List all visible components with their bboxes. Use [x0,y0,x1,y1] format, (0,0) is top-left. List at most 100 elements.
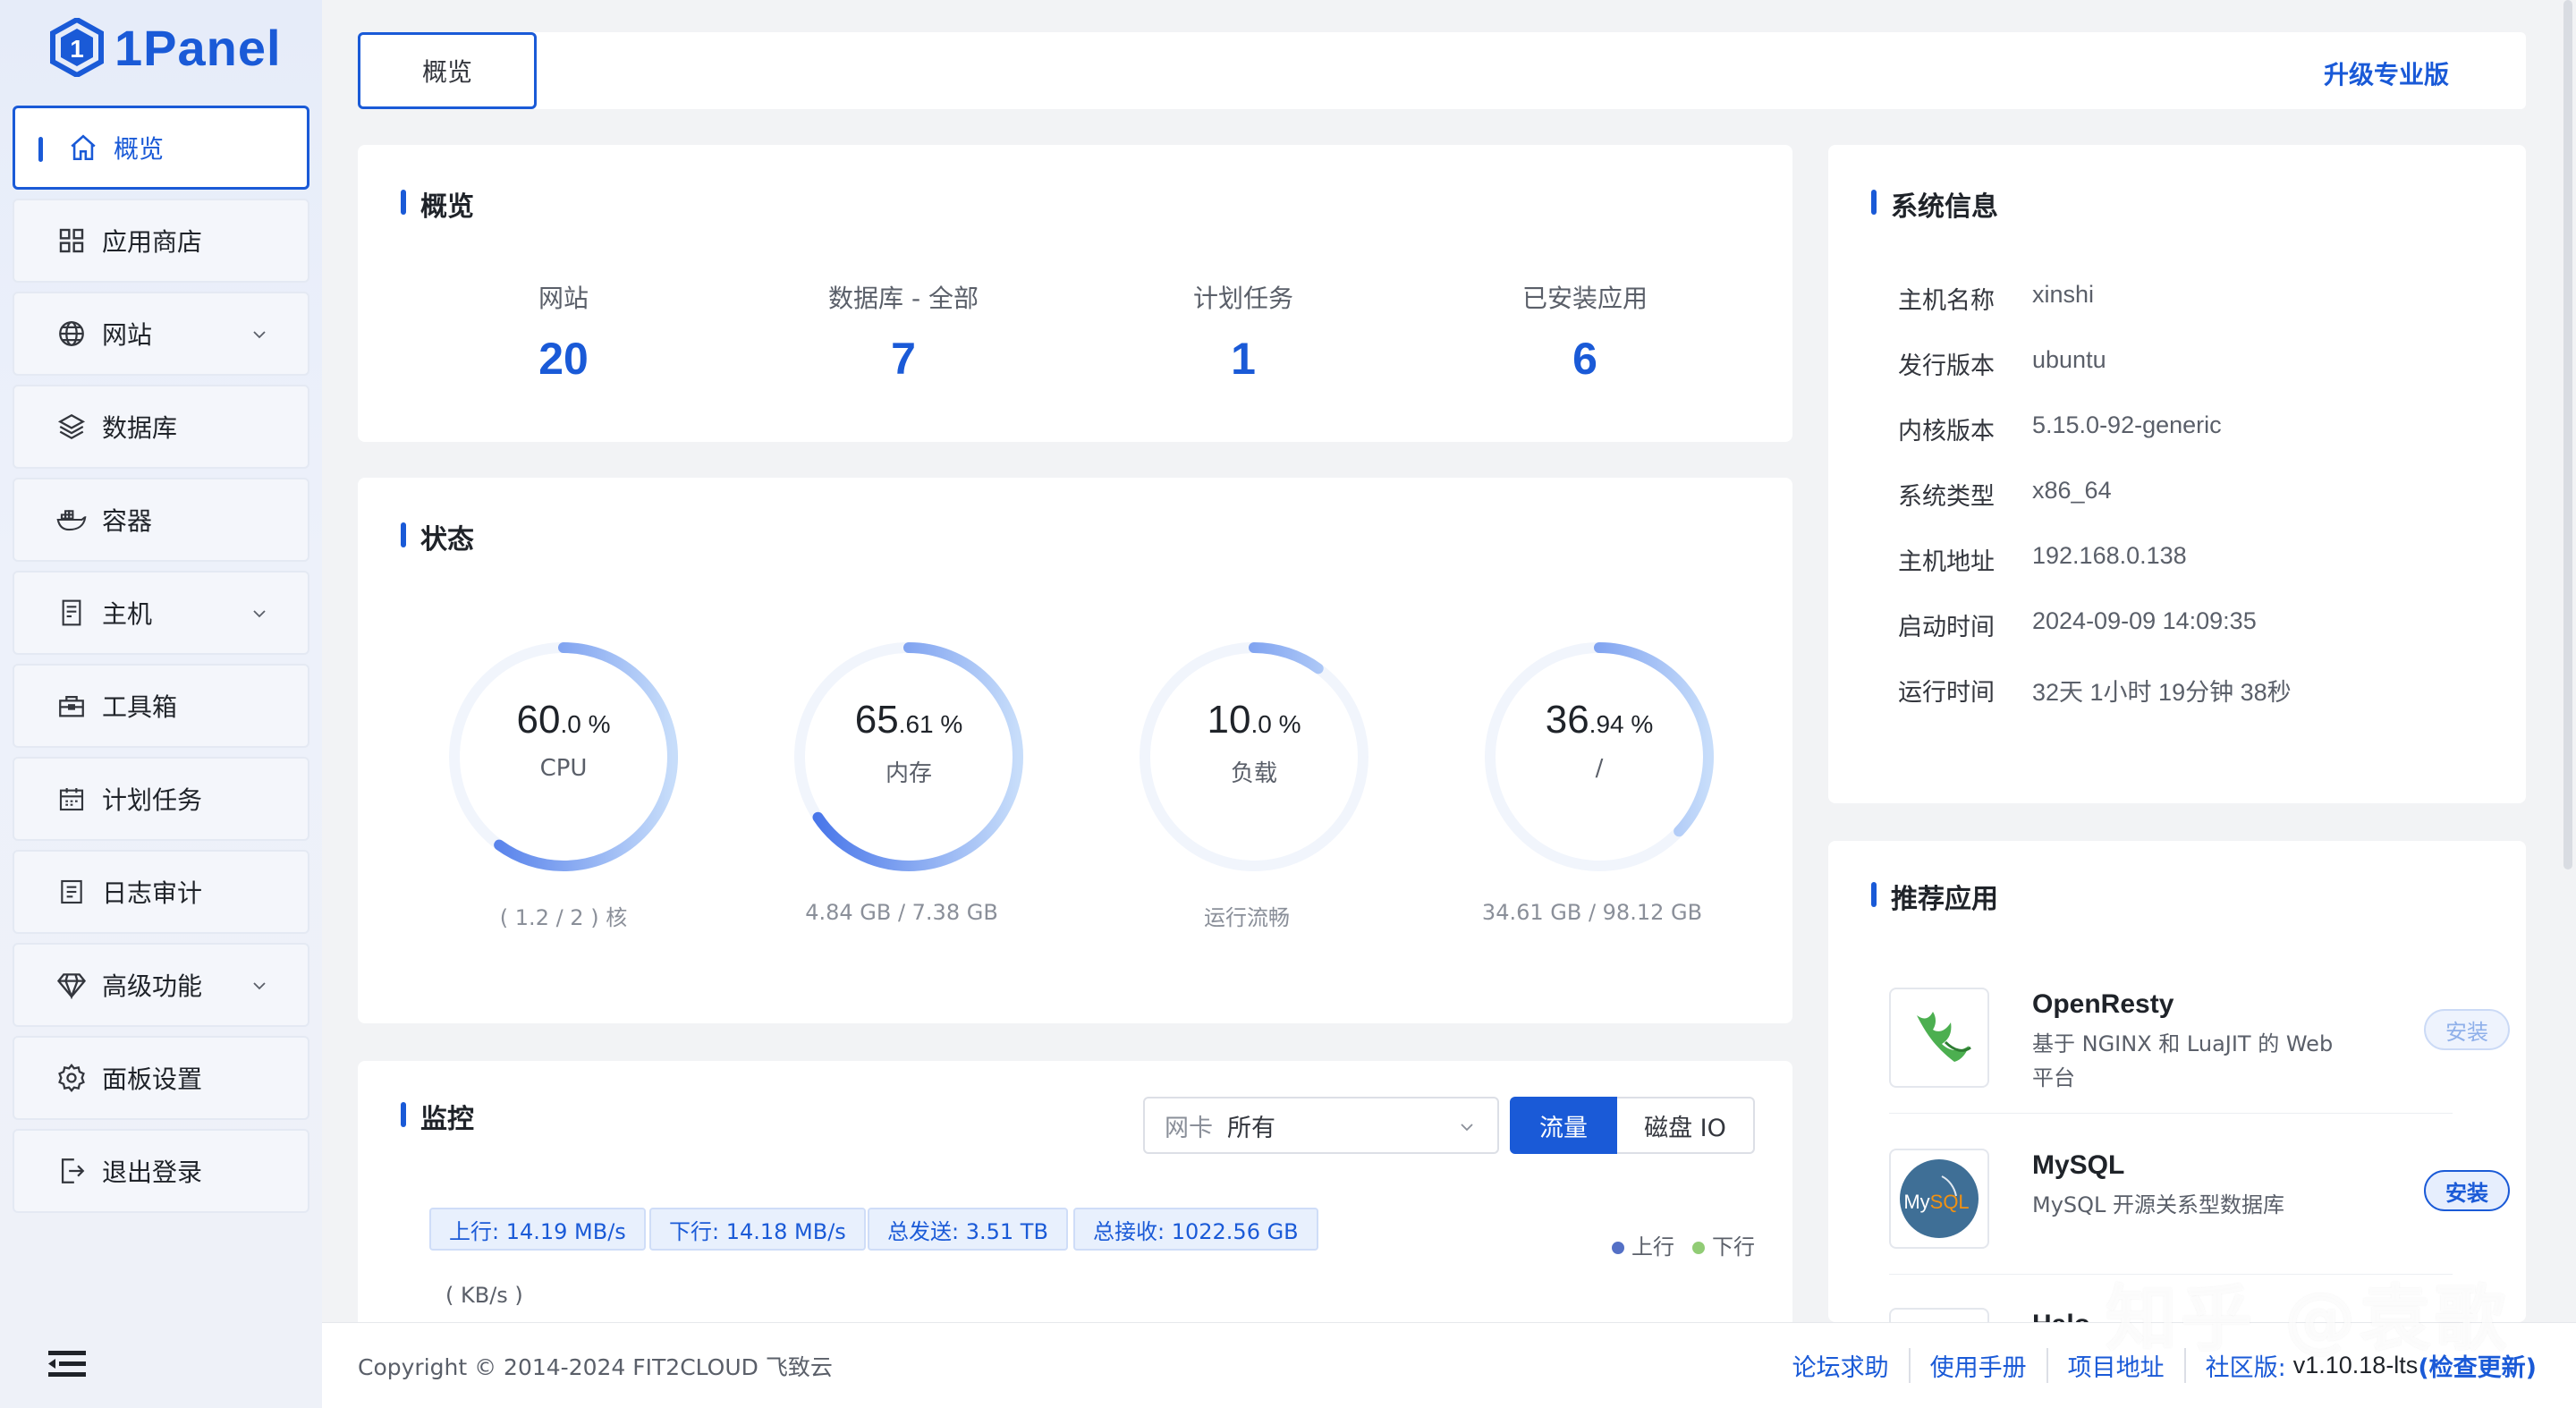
mysql-logo-icon: MySQL [1889,1149,1989,1249]
sidebar-item-label: 主机 [102,599,153,629]
gauge-cpu[interactable]: 60.0 % CPU [438,632,689,882]
stat-value[interactable]: 20 [429,333,698,385]
gauge-label: CPU [539,755,588,782]
gauge-label: 负载 [1230,760,1277,787]
monitor-card: 监控 网卡 所有 流量 磁盘 IO 上行: 14.19 MB/s 下行: 14.… [358,1061,1792,1347]
gauge-value: 60.0 % [516,698,611,742]
stat-databases[interactable]: 数据库 - 全部 7 [769,279,1038,385]
download-speed-badge: 下行: 14.18 MB/s [649,1208,866,1251]
upgrade-pro-link[interactable]: 升级专业版 [2324,55,2449,91]
svg-text:MySQL: MySQL [1903,1191,1969,1213]
svg-text:1: 1 [70,35,84,63]
forum-help-link[interactable]: 论坛求助 [1773,1348,1911,1383]
sidebar-item-container[interactable]: 容器 [13,478,309,562]
app-item-openresty[interactable]: OpenResty 基于 NGINX 和 LuaJIT 的 Web 平台 安装 [1889,988,2510,1140]
gauge-cpu-detail: ( 1.2 / 2 ) 核 [499,905,628,930]
copyright: Copyright © 2014-2024 FIT2CLOUD 飞致云 [358,1354,833,1380]
overview-card: 概览 网站 20 数据库 - 全部 7 计划任务 1 已安装应用 6 [358,145,1792,442]
sidebar-item-cron[interactable]: 计划任务 [13,757,309,841]
nic-select-prefix: 网卡 [1165,1114,1213,1142]
gauge-label: / [1595,755,1604,782]
page-scrollbar[interactable] [2563,0,2572,869]
system-info-card: 系统信息 主机名称 xinshi 发行版本 ubuntu 内核版本 5.15.0-92… [1828,145,2526,803]
sysinfo-row-arch: 系统类型 x86_64 [1898,477,2112,511]
sidebar-item-settings[interactable]: 面板设置 [13,1036,309,1120]
sidebar-item-label: 容器 [102,506,153,536]
sidebar-item-logout[interactable]: 退出登录 [13,1129,309,1213]
sysinfo-row-hostname: 主机名称 xinshi [1898,281,2095,315]
sidebar-item-label: 数据库 [102,413,178,443]
sidebar-item-label: 退出登录 [102,1158,203,1187]
traffic-toggle-button[interactable]: 流量 [1510,1097,1617,1154]
stat-value[interactable]: 7 [769,333,1038,385]
sidebar-item-website[interactable]: 网站 [13,292,309,376]
sidebar: 1 1Panel 概览 应用商店 网站 数据库 容器 主机 工具箱 计划任务 日… [0,0,322,1408]
nic-select-value: 所有 [1227,1114,1275,1142]
halo-logo-icon [1889,1308,1989,1322]
toolbox-icon [55,690,88,722]
stat-installed-apps[interactable]: 已安装应用 6 [1451,279,1719,385]
chevron-down-icon [1461,1124,1473,1132]
legend-down[interactable]: 下行 [1692,1229,1755,1260]
sidebar-item-toolbox[interactable]: 工具箱 [13,664,309,748]
user-manual-link[interactable]: 使用手册 [1911,1348,2048,1383]
install-button[interactable]: 安装 [2424,1170,2510,1211]
layers-icon [55,411,88,443]
system-info-title: 系统信息 [1871,184,1998,224]
stat-label: 已安装应用 [1521,284,1648,313]
sidebar-item-overview[interactable]: 概览 [13,106,309,190]
chevron-down-icon[interactable] [249,603,270,624]
globe-icon [55,318,88,350]
sysinfo-row-kernel: 内核版本 5.15.0-92-generic [1898,411,2222,445]
logout-icon [55,1155,88,1187]
nic-select[interactable]: 网卡 所有 [1143,1097,1499,1154]
sysinfo-row-distro: 发行版本 ubuntu [1898,346,2106,380]
chevron-down-icon[interactable] [249,975,270,997]
sysinfo-row-uptime: 运行时间 32天 1小时 19分钟 38秒 [1898,679,2292,707]
sysinfo-row-boot-time: 启动时间 2024-09-09 14:09:35 [1898,607,2257,641]
logo[interactable]: 1 1Panel [50,16,282,79]
sidebar-item-label: 高级功能 [102,971,203,1001]
gauge-disk[interactable]: 36.94 % / [1474,632,1724,882]
calendar-icon [55,783,88,815]
sidebar-item-advanced[interactable]: 高级功能 [13,943,309,1027]
chevron-down-icon[interactable] [249,324,270,345]
grid-icon [55,225,88,257]
logo-icon: 1 [50,18,104,77]
install-button[interactable]: 安装 [2424,1009,2510,1050]
sidebar-item-database[interactable]: 数据库 [13,385,309,469]
app-name: Halo [2032,1310,2090,1322]
gauge-value: 65.61 % [854,698,963,742]
gauge-value: 10.0 % [1207,698,1301,742]
stat-value[interactable]: 1 [1109,333,1377,385]
sidebar-item-host[interactable]: 主机 [13,571,309,655]
recommended-apps-title: 推荐应用 [1871,877,1998,916]
overview-title: 概览 [401,184,474,224]
sidebar-item-logs[interactable]: 日志审计 [13,850,309,934]
stat-websites[interactable]: 网站 20 [429,279,698,385]
collapse-menu-icon[interactable] [48,1349,86,1379]
sidebar-nav: 概览 应用商店 网站 数据库 容器 主机 工具箱 计划任务 日志审计 高级功能 … [13,106,309,1222]
sidebar-item-label: 网站 [102,320,153,350]
tab-overview[interactable]: 概览 [358,32,537,109]
docker-icon [55,504,88,536]
sysinfo-row-address: 主机地址 192.168.0.138 [1898,542,2187,576]
stat-value[interactable]: 6 [1451,333,1719,385]
gear-icon [55,1062,88,1094]
app-name: OpenResty [2032,989,2174,1019]
total-sent-badge: 总发送: 3.51 TB [868,1208,1068,1251]
chart-legend: 上行 下行 [1612,1229,1755,1260]
diamond-icon [55,969,88,1001]
sidebar-item-app-store[interactable]: 应用商店 [13,199,309,283]
gauge-memory[interactable]: 65.61 % 内存 [784,632,1034,882]
legend-up[interactable]: 上行 [1612,1229,1674,1260]
openresty-logo-icon [1889,988,1989,1088]
app-description: MySQL 开源关系型数据库 [2032,1192,2285,1217]
gauge-load-detail: 运行流畅 [1204,905,1290,930]
monitor-title: 监控 [401,1097,474,1136]
stat-cron-jobs[interactable]: 计划任务 1 [1109,279,1377,385]
stat-label: 计划任务 [1192,284,1293,313]
gauge-load[interactable]: 10.0 % 负载 [1129,632,1379,882]
disk-io-toggle-button[interactable]: 磁盘 IO [1617,1097,1755,1154]
status-title: 状态 [401,517,474,556]
